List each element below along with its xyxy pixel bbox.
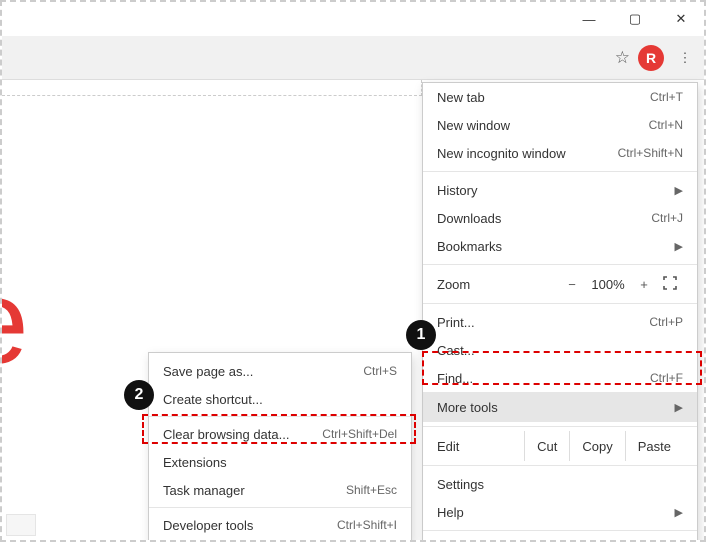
menu-item-zoom: Zoom − 100% + bbox=[423, 269, 697, 299]
zoom-in-button[interactable]: + bbox=[631, 277, 657, 292]
menu-label: Edit bbox=[437, 439, 524, 454]
menu-label: Developer tools bbox=[163, 518, 337, 533]
edit-copy-button[interactable]: Copy bbox=[569, 431, 624, 461]
menu-label: Bookmarks bbox=[437, 239, 667, 254]
browser-window: — ▢ ✕ ☆ R ⋮ e New tab Ctrl+T New window … bbox=[0, 0, 706, 542]
menu-shortcut: Ctrl+J bbox=[651, 211, 683, 225]
chrome-main-menu: New tab Ctrl+T New window Ctrl+N New inc… bbox=[422, 82, 698, 542]
annotation-badge-1: 1 bbox=[406, 320, 436, 350]
zoom-value: 100% bbox=[585, 277, 631, 292]
menu-item-cast[interactable]: Cast... bbox=[423, 336, 697, 364]
more-tools-submenu: Save page as... Ctrl+S Create shortcut..… bbox=[148, 352, 412, 542]
submenu-item-developer-tools[interactable]: Developer tools Ctrl+Shift+I bbox=[149, 511, 411, 539]
bookmark-star-icon[interactable]: ☆ bbox=[615, 48, 630, 68]
tabstrip-edge bbox=[2, 80, 422, 96]
menu-shortcut: Ctrl+Shift+Del bbox=[322, 427, 397, 441]
menu-label: Save page as... bbox=[163, 364, 363, 379]
menu-item-bookmarks[interactable]: Bookmarks ▶ bbox=[423, 232, 697, 260]
submenu-item-save-page[interactable]: Save page as... Ctrl+S bbox=[149, 357, 411, 385]
bottom-stub bbox=[6, 514, 36, 536]
maximize-button[interactable]: ▢ bbox=[612, 2, 658, 36]
menu-label: New tab bbox=[437, 90, 650, 105]
menu-shortcut: Shift+Esc bbox=[346, 483, 397, 497]
menu-label: Help bbox=[437, 505, 667, 520]
browser-toolbar: ☆ R ⋮ bbox=[2, 36, 704, 80]
menu-item-more-tools[interactable]: More tools ▶ bbox=[423, 392, 697, 422]
menu-item-edit-row: Edit Cut Copy Paste bbox=[423, 431, 697, 461]
submenu-item-create-shortcut[interactable]: Create shortcut... bbox=[149, 385, 411, 413]
menu-label: Find... bbox=[437, 371, 650, 386]
menu-shortcut: Ctrl+N bbox=[649, 118, 683, 132]
submenu-arrow-icon: ▶ bbox=[675, 401, 683, 414]
edit-cut-button[interactable]: Cut bbox=[524, 431, 569, 461]
zoom-out-button[interactable]: − bbox=[559, 277, 585, 292]
submenu-item-extensions[interactable]: Extensions bbox=[149, 448, 411, 476]
menu-item-new-window[interactable]: New window Ctrl+N bbox=[423, 111, 697, 139]
menu-item-exit[interactable]: Exit bbox=[423, 535, 697, 542]
annotation-badge-2: 2 bbox=[124, 380, 154, 410]
menu-shortcut: Ctrl+P bbox=[649, 315, 683, 329]
close-button[interactable]: ✕ bbox=[658, 2, 704, 36]
submenu-arrow-icon: ▶ bbox=[675, 506, 683, 519]
submenu-arrow-icon: ▶ bbox=[675, 184, 683, 197]
window-titlebar: — ▢ ✕ bbox=[2, 2, 704, 36]
menu-label: Create shortcut... bbox=[163, 392, 397, 407]
menu-label: History bbox=[437, 183, 667, 198]
background-logo-glyph: e bbox=[0, 292, 29, 352]
menu-item-history[interactable]: History ▶ bbox=[423, 176, 697, 204]
menu-item-find[interactable]: Find... Ctrl+F bbox=[423, 364, 697, 392]
menu-item-print[interactable]: Print... Ctrl+P bbox=[423, 308, 697, 336]
menu-label: Task manager bbox=[163, 483, 346, 498]
menu-shortcut: Ctrl+T bbox=[650, 90, 683, 104]
menu-label: More tools bbox=[437, 400, 667, 415]
minimize-button[interactable]: — bbox=[566, 2, 612, 36]
menu-kebab-icon[interactable]: ⋮ bbox=[672, 45, 698, 71]
menu-label: Clear browsing data... bbox=[163, 427, 322, 442]
submenu-item-clear-browsing-data[interactable]: Clear browsing data... Ctrl+Shift+Del bbox=[149, 420, 411, 448]
menu-label: Extensions bbox=[163, 455, 397, 470]
menu-label: Cast... bbox=[437, 343, 683, 358]
edit-paste-button[interactable]: Paste bbox=[625, 431, 683, 461]
menu-item-new-tab[interactable]: New tab Ctrl+T bbox=[423, 83, 697, 111]
menu-label: Settings bbox=[437, 477, 683, 492]
menu-label: Zoom bbox=[437, 277, 559, 292]
menu-shortcut: Ctrl+S bbox=[363, 364, 397, 378]
menu-label: Print... bbox=[437, 315, 649, 330]
menu-item-settings[interactable]: Settings bbox=[423, 470, 697, 498]
menu-item-incognito[interactable]: New incognito window Ctrl+Shift+N bbox=[423, 139, 697, 167]
fullscreen-icon[interactable] bbox=[657, 276, 683, 293]
submenu-arrow-icon: ▶ bbox=[675, 240, 683, 253]
menu-shortcut: Ctrl+Shift+N bbox=[618, 146, 683, 160]
menu-label: New window bbox=[437, 118, 649, 133]
menu-label: New incognito window bbox=[437, 146, 618, 161]
menu-item-help[interactable]: Help ▶ bbox=[423, 498, 697, 526]
menu-shortcut: Ctrl+F bbox=[650, 371, 683, 385]
menu-item-downloads[interactable]: Downloads Ctrl+J bbox=[423, 204, 697, 232]
profile-avatar[interactable]: R bbox=[638, 45, 664, 71]
menu-label: Downloads bbox=[437, 211, 651, 226]
submenu-item-task-manager[interactable]: Task manager Shift+Esc bbox=[149, 476, 411, 504]
menu-shortcut: Ctrl+Shift+I bbox=[337, 518, 397, 532]
